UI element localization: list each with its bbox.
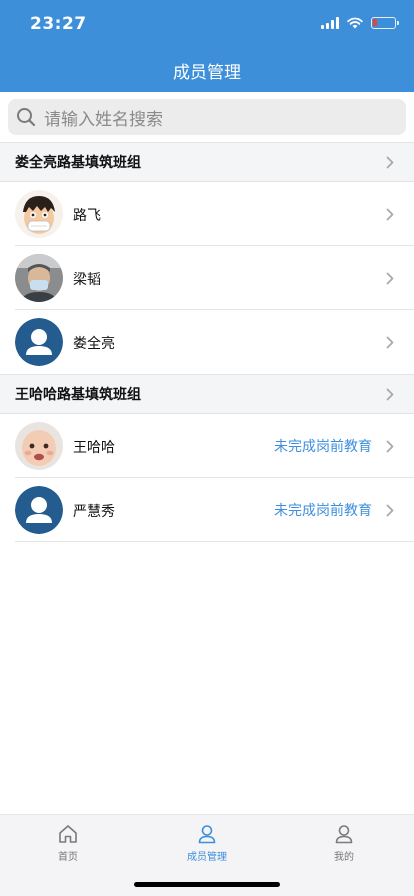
chevron-right-icon: [386, 440, 394, 453]
chevron-right-icon: [386, 388, 394, 401]
profile-icon: [335, 825, 353, 844]
home-icon: [59, 825, 77, 843]
status-icons: [321, 17, 399, 29]
app-header: 23:27 成员管理: [0, 0, 414, 92]
group-header[interactable]: 娄全亮路基填筑班组: [0, 142, 414, 182]
avatar: [15, 318, 63, 366]
member-row[interactable]: 王哈哈 未完成岗前教育: [0, 414, 414, 478]
group-header[interactable]: 王哈哈路基填筑班组: [0, 374, 414, 414]
member-row[interactable]: 娄全亮: [0, 310, 414, 374]
avatar: [15, 254, 63, 302]
battery-icon: [371, 17, 399, 29]
training-status: 未完成岗前教育: [274, 503, 372, 519]
search-icon: [17, 108, 36, 127]
person-icon: [198, 825, 216, 844]
member-name: 王哈哈: [73, 440, 115, 456]
member-name: 路飞: [73, 208, 101, 224]
default-avatar-icon: [15, 318, 63, 366]
training-status: 未完成岗前教育: [274, 439, 372, 455]
member-name: 梁韬: [73, 272, 101, 288]
group-title: 娄全亮路基填筑班组: [15, 155, 141, 171]
avatar: [15, 486, 63, 534]
tab-mine[interactable]: 我的: [304, 823, 384, 863]
chevron-right-icon: [386, 272, 394, 285]
tab-label: 首页: [58, 852, 78, 863]
chevron-right-icon: [386, 208, 394, 221]
baby-photo-avatar: [15, 422, 63, 470]
status-time: 23:27: [30, 14, 87, 34]
avatar: [15, 422, 63, 470]
tab-member-management[interactable]: 成员管理: [167, 823, 247, 863]
member-name: 严慧秀: [73, 504, 115, 520]
search-placeholder: 请输入姓名搜索: [44, 109, 163, 130]
chevron-right-icon: [386, 336, 394, 349]
default-avatar-icon: [15, 486, 63, 534]
cartoon-face-avatar: [15, 190, 63, 238]
wifi-icon: [347, 17, 363, 29]
tab-label: 成员管理: [187, 852, 227, 863]
member-row[interactable]: 路飞: [0, 182, 414, 246]
avatar: [15, 190, 63, 238]
search-bar: 请输入姓名搜索: [0, 92, 414, 142]
search-input[interactable]: 请输入姓名搜索: [8, 99, 406, 135]
member-name: 娄全亮: [73, 336, 115, 352]
page-title: 成员管理: [173, 63, 241, 83]
tab-home[interactable]: 首页: [28, 823, 108, 863]
battery-level: [373, 19, 377, 26]
chevron-right-icon: [386, 156, 394, 169]
row-divider: [15, 541, 414, 542]
group-title: 王哈哈路基填筑班组: [15, 387, 141, 403]
cellular-signal-icon: [321, 17, 339, 29]
home-indicator[interactable]: [134, 882, 280, 887]
member-row[interactable]: 梁韬: [0, 246, 414, 310]
member-row[interactable]: 严慧秀 未完成岗前教育: [0, 478, 414, 542]
masked-person-avatar: [15, 254, 63, 302]
chevron-right-icon: [386, 504, 394, 517]
tab-label: 我的: [334, 852, 354, 863]
